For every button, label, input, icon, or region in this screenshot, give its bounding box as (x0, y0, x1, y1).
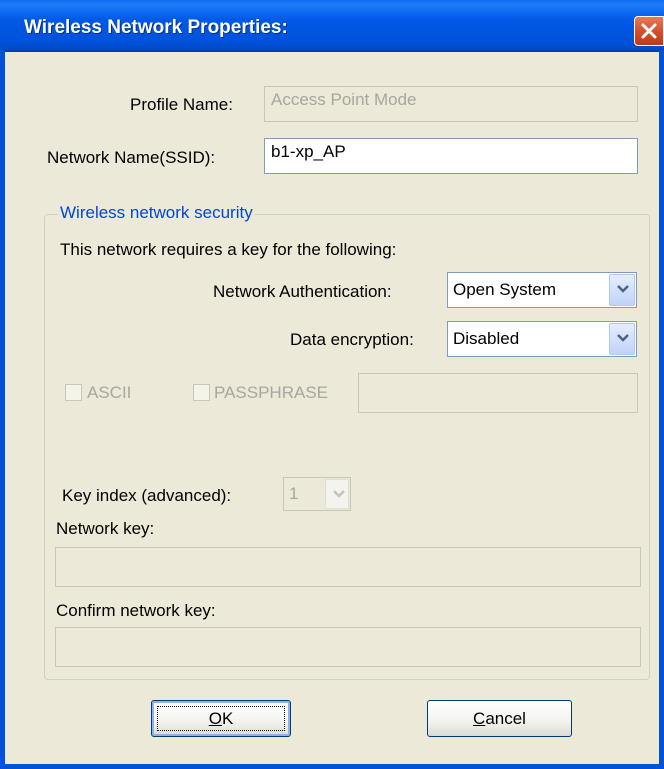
data-encryption-select[interactable]: Disabled (447, 321, 637, 357)
window-frame-left (0, 50, 5, 769)
requires-key-text: This network requires a key for the foll… (60, 240, 397, 259)
passphrase-input (358, 373, 638, 413)
wireless-network-properties-dialog: Wireless Network Properties: Profile Nam… (0, 0, 664, 769)
confirm-network-key-label: Confirm network key: (56, 601, 216, 620)
passphrase-label: PASSPHRASE (214, 383, 329, 402)
key-index-value: 1 (289, 484, 299, 503)
chevron-down-icon (617, 285, 629, 293)
ok-button[interactable]: OK (151, 700, 291, 737)
window-frame-right (659, 50, 664, 769)
passphrase-checkbox[interactable] (193, 384, 210, 401)
cancel-button[interactable]: Cancel (427, 700, 572, 737)
ok-button-label: OK (152, 709, 290, 729)
key-index-select: 1 (283, 477, 351, 511)
network-authentication-dropdown-button[interactable] (609, 274, 635, 306)
data-encryption-dropdown-button[interactable] (609, 323, 635, 355)
title-bar[interactable]: Wireless Network Properties: (0, 0, 664, 52)
ssid-label: Network Name(SSID): (47, 148, 216, 167)
ok-label-rest: K (221, 709, 234, 728)
network-authentication-value: Open System (453, 280, 556, 299)
data-encryption-label: Data encryption: (290, 330, 414, 349)
network-authentication-select[interactable]: Open System (447, 272, 637, 308)
data-encryption-value: Disabled (453, 329, 520, 348)
confirm-network-key-input (55, 627, 641, 667)
ok-mnemonic: O (208, 709, 222, 728)
key-index-label: Key index (advanced): (62, 486, 232, 505)
chevron-down-icon (617, 334, 629, 342)
ascii-label: ASCII (87, 383, 132, 402)
network-key-input (55, 547, 641, 587)
cancel-mnemonic: C (473, 709, 486, 728)
cancel-button-label: Cancel (428, 709, 571, 729)
window-title: Wireless Network Properties: (24, 17, 288, 38)
network-key-label: Network key: (56, 519, 155, 538)
profile-name-label: Profile Name: (130, 95, 233, 114)
key-index-dropdown-button (325, 479, 349, 509)
profile-name-value: Access Point Mode (271, 90, 417, 109)
ssid-value: b1-xp_AP (271, 142, 346, 161)
close-icon (641, 23, 657, 39)
profile-name-field: Access Point Mode (264, 86, 638, 122)
ssid-input[interactable]: b1-xp_AP (264, 138, 638, 174)
cancel-label-rest: ancel (485, 709, 526, 728)
close-button[interactable] (634, 16, 664, 46)
network-authentication-label: Network Authentication: (213, 282, 392, 301)
wireless-security-group-title: Wireless network security (58, 203, 255, 223)
window-frame-bottom (0, 764, 664, 769)
ascii-checkbox[interactable] (65, 384, 82, 401)
chevron-down-icon (333, 490, 345, 498)
